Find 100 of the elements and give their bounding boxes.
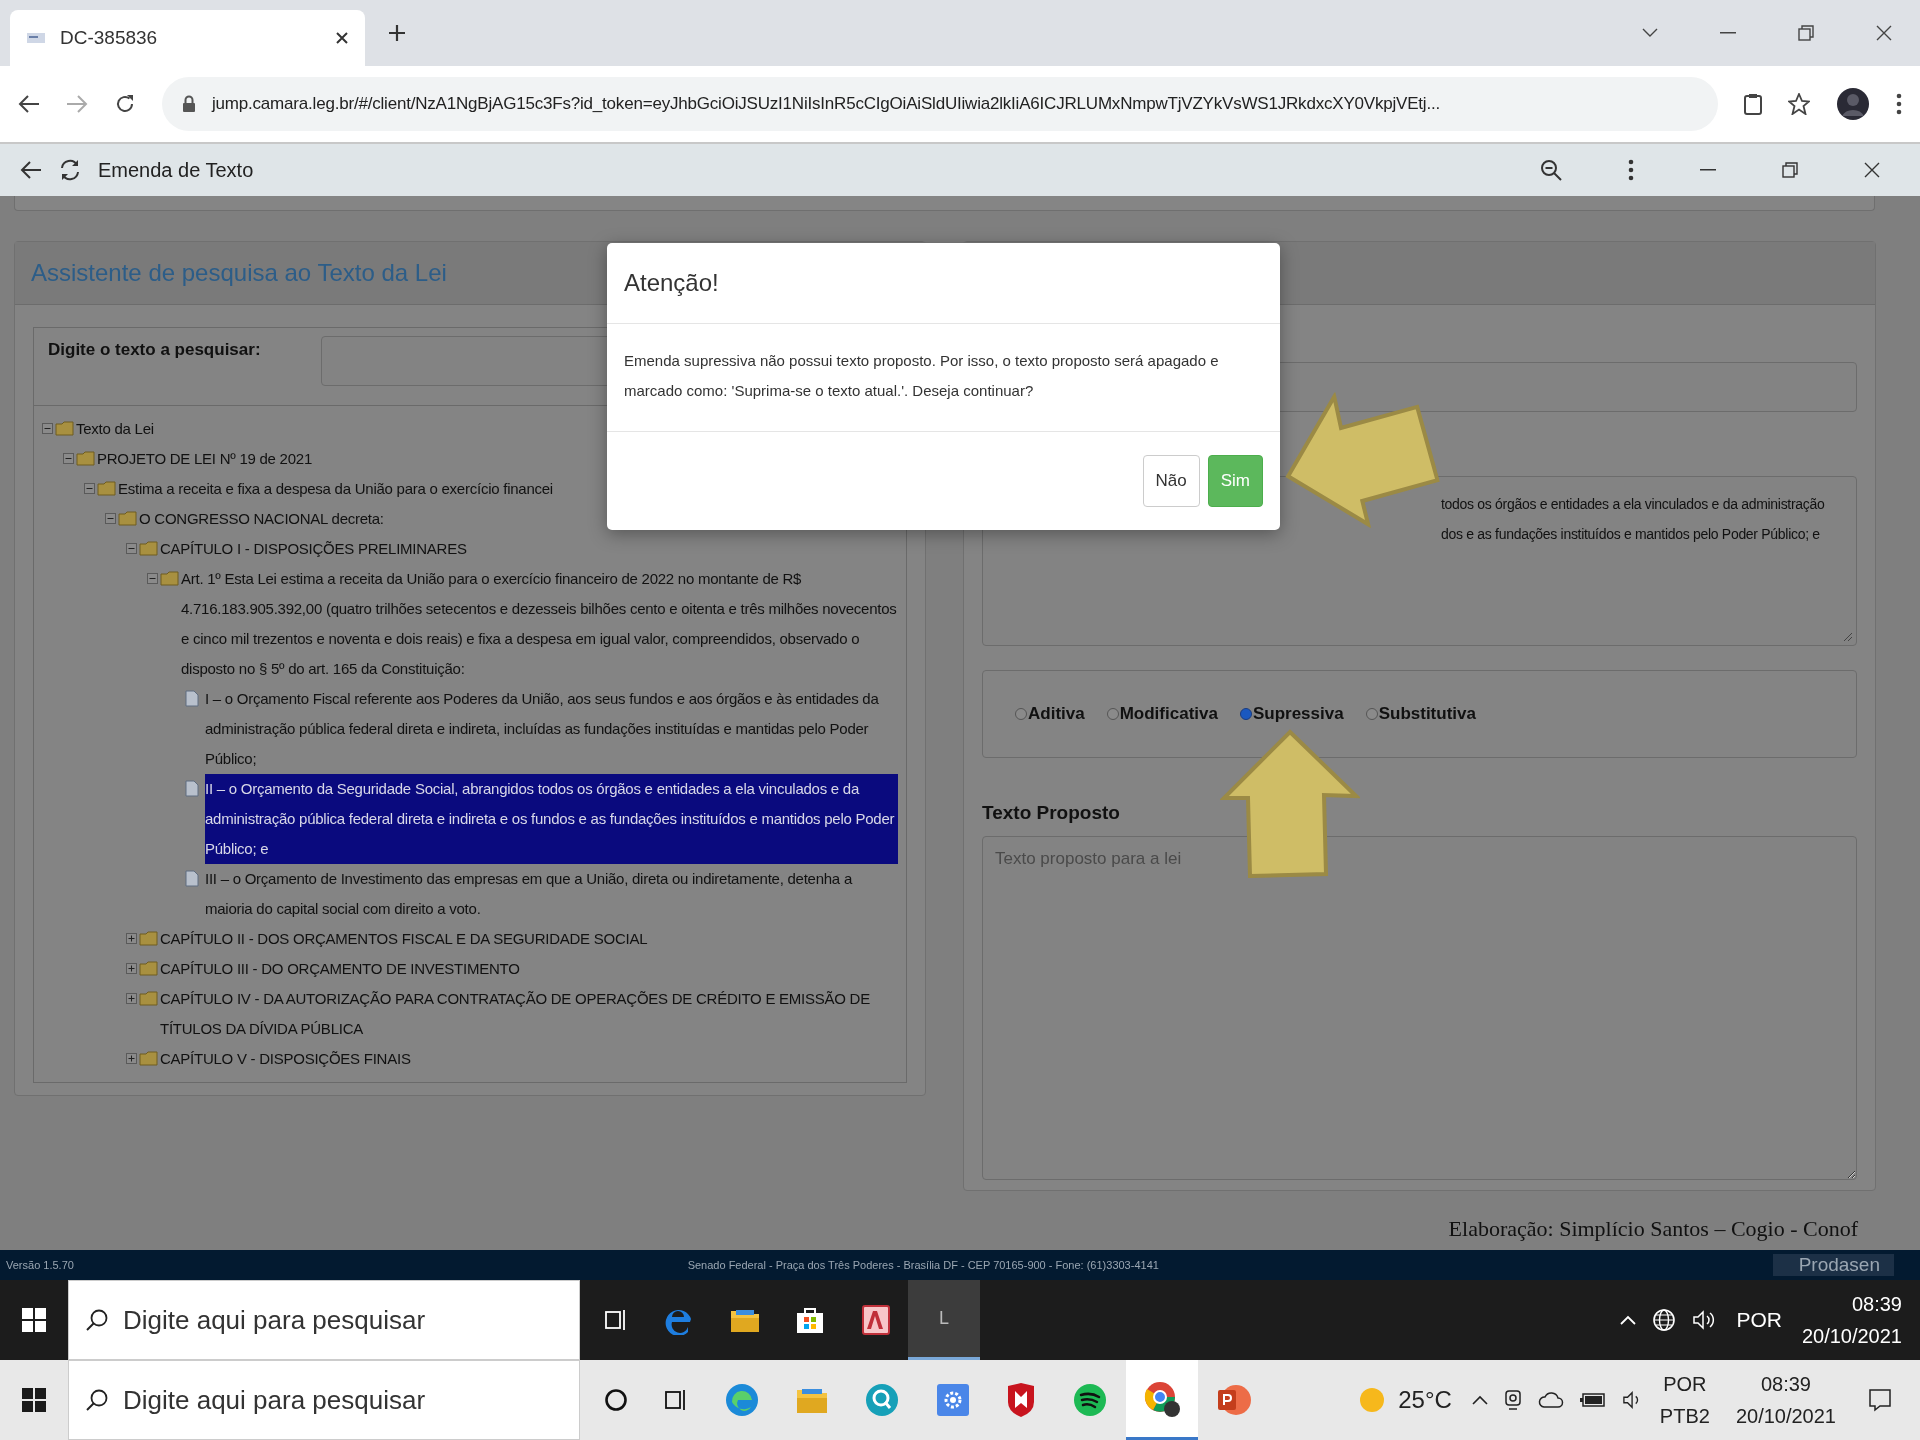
star-icon[interactable]	[1788, 93, 1810, 115]
tree-item[interactable]: III – o Orçamento de Investimento das empresas em que a União, direta ou indiretamente, detenha a maioria do capital social com direito a voto.	[205, 864, 898, 924]
search-label: Digite o texto a pesquisar:	[48, 339, 261, 361]
close-icon[interactable]	[1876, 25, 1892, 41]
kebab-menu-icon[interactable]	[1896, 93, 1902, 115]
taskbar-search-field[interactable]: Digite aqui para pesquisar	[68, 1280, 580, 1360]
amendment-type-radio[interactable]: Substitutiva	[1365, 704, 1476, 724]
field-label: Texto Proposto	[982, 802, 1121, 824]
tree-item[interactable]: CAPÍTULO II - DOS ORÇAMENTOS FISCAL E DA SEGURIDADE SOCIAL	[160, 924, 898, 954]
close-icon[interactable]	[335, 31, 349, 45]
expand-icon[interactable]	[126, 933, 137, 944]
taskbar-app-button[interactable]	[1126, 1360, 1198, 1440]
chevron-up-icon[interactable]	[1471, 1395, 1488, 1405]
cloud-icon[interactable]	[1537, 1391, 1564, 1409]
music-app-icon[interactable]	[1072, 1382, 1108, 1418]
task-view-icon[interactable]	[664, 1388, 688, 1412]
folder-icon	[139, 1051, 158, 1066]
minimize-icon[interactable]	[1720, 32, 1736, 34]
folder-icon	[97, 481, 116, 496]
back-arrow-icon[interactable]	[18, 94, 40, 114]
browser-tab[interactable]: DC-385836	[10, 10, 365, 66]
tree-item[interactable]: Art. 1º Esta Lei estima a receita da União para o exercício financeiro de 2022 no montante de R$ 4.716.183.905.392,00 (quatro trilhões setecentos e dezesseis bilhões cento e oitenta e três milhões novecentos e cinco mil trezentos e noventa e dois reais) e fixa a despesa em igual valor, compreendidos, observado o disposto no § 5º do art. 165 da Constituição:	[181, 564, 898, 684]
proposed-text-field[interactable]: Texto proposto para a lei	[982, 836, 1857, 1180]
zoom-out-icon[interactable]	[1540, 159, 1562, 181]
notification-icon[interactable]	[1868, 1388, 1892, 1412]
expand-icon[interactable]	[126, 993, 137, 1004]
minimize-icon[interactable]	[1700, 169, 1716, 171]
battery-icon[interactable]	[1579, 1392, 1606, 1408]
folder-icon	[160, 571, 179, 586]
avatar-icon[interactable]	[1836, 87, 1870, 121]
cortana-circle-icon[interactable]	[604, 1388, 628, 1412]
cancel-button[interactable]: Não	[1142, 455, 1200, 507]
document-icon	[185, 780, 199, 797]
taskbar-search-field[interactable]: Digite aqui para pesquisar	[68, 1360, 580, 1440]
collapse-icon[interactable]	[42, 423, 53, 434]
language-indicator[interactable]: POR PTB2	[1659, 1368, 1710, 1432]
amendment-type-radio[interactable]: Aditiva	[1015, 704, 1085, 724]
shield-icon[interactable]	[1006, 1382, 1036, 1418]
amendment-type-radio[interactable]: Supressiva	[1239, 704, 1344, 724]
tree-item[interactable]: I – o Orçamento Fiscal referente aos Poderes da União, aos seus fundos e aos órgãos e às entidades da administração pública federal direta e indireta, incluídas as fundações instituídas e mantidas pelo Poder Público;	[205, 684, 898, 774]
credit-text: Elaboração: Simplício Santos – Cogio - Conof	[1448, 1216, 1858, 1242]
clipboard-icon[interactable]	[1744, 93, 1762, 115]
tree-item[interactable]: CAPÍTULO V - DISPOSIÇÕES FINAIS	[160, 1044, 898, 1074]
dialog-message: Emenda supressiva não possui texto proposto. Por isso, o texto proposto será apagado e marcado como: 'Suprima-se o texto atual.'. Deseja continuar?	[624, 351, 1220, 401]
globe-icon[interactable]	[1652, 1308, 1677, 1332]
address-bar[interactable]: jump.camara.leg.br/#/client/NzA1NgBjAG15c3Fs?id_token=eyJhbGciOiJSUzI1NiIsInR5cCIgOiAiSldUIiwia2lkIiA6ICJRLUMxNmpwTjVZYkVsWS1JRkdxcXY0VkpjVEtj...	[162, 77, 1718, 131]
folder-icon	[55, 421, 74, 436]
expand-icon[interactable]	[126, 1053, 137, 1064]
reload-icon[interactable]	[114, 93, 136, 115]
chevron-down-icon[interactable]	[1642, 28, 1658, 38]
temperature-text[interactable]: 25°C	[1398, 1386, 1452, 1414]
collapse-icon[interactable]	[105, 513, 116, 524]
close-icon[interactable]	[1864, 162, 1880, 178]
expand-icon[interactable]	[126, 963, 137, 974]
document-icon	[185, 870, 199, 887]
collapse-icon[interactable]	[84, 483, 95, 494]
folder-icon	[76, 451, 95, 466]
folder-icon	[118, 511, 137, 526]
kebab-menu-icon[interactable]	[1628, 159, 1634, 181]
address-text: Senado Federal - Praça dos Três Poderes - Brasília DF - CEP 70165-900 - Fone: (61)3303-4141	[686, 1259, 1160, 1271]
store-bag-icon[interactable]	[796, 1306, 824, 1334]
windows-logo-icon[interactable]	[22, 1388, 46, 1412]
folder-icon	[139, 931, 158, 946]
folder-icon[interactable]	[730, 1307, 760, 1333]
tree-item[interactable]: CAPÍTULO I - DISPOSIÇÕES PRELIMINARES	[160, 534, 898, 564]
tree-item[interactable]: II – o Orçamento da Seguridade Social, abrangidos todos os órgãos e entidades a ela vinculados e da administração pública federal direta e indireta e os fundos e as fundações instituídos e mantidos pelo Poder Público; e	[205, 774, 898, 864]
text-line: dos e as fundações instituídos e mantidos pelo Poder Público; e	[1441, 525, 1821, 544]
browser-circle-icon	[1143, 1379, 1181, 1418]
speaker-icon[interactable]	[1692, 1309, 1717, 1331]
task-view-icon[interactable]	[604, 1308, 628, 1332]
language-indicator[interactable]: POR	[1736, 1308, 1782, 1332]
refresh-icon[interactable]	[58, 158, 82, 182]
collapse-icon[interactable]	[126, 543, 137, 554]
clock[interactable]: 08:39 20/10/2021	[1735, 1368, 1836, 1432]
back-arrow-icon[interactable]	[20, 160, 42, 180]
document-icon	[185, 690, 199, 707]
folder-icon	[139, 541, 158, 556]
app-title: Emenda de Texto	[98, 158, 254, 182]
document-icon	[26, 31, 46, 45]
folder-icon	[139, 991, 158, 1006]
tree-item[interactable]: CAPÍTULO IV - DA AUTORIZAÇÃO PARA CONTRATAÇÃO DE OPERAÇÕES DE CRÉDITO E EMISSÃO DE TÍTULOS DA DÍVIDA PÚBLICA	[160, 984, 898, 1044]
restore-icon[interactable]	[1782, 162, 1798, 178]
edge-browser-icon[interactable]	[724, 1382, 760, 1418]
collapse-icon[interactable]	[63, 453, 74, 464]
logo-text: Prodasen	[1772, 1254, 1894, 1276]
taskbar-app-button[interactable]: L	[908, 1280, 980, 1360]
gear-app-icon[interactable]	[936, 1383, 970, 1417]
clock[interactable]: 08:39 20/10/2021	[1801, 1288, 1902, 1352]
collapse-icon[interactable]	[147, 573, 158, 584]
webcam-icon[interactable]	[1503, 1389, 1522, 1411]
windows-logo-icon[interactable]	[22, 1308, 46, 1332]
restore-icon[interactable]	[1798, 25, 1814, 41]
resize-grip-icon[interactable]	[1841, 630, 1853, 642]
amendment-type-radio[interactable]: Modificativa	[1106, 704, 1218, 724]
plus-icon[interactable]	[387, 23, 407, 43]
folder-icon	[139, 961, 158, 976]
tab-title: DC-385836	[60, 27, 159, 49]
magnifier-app-icon[interactable]	[864, 1382, 900, 1418]
tree-item[interactable]: CAPÍTULO III - DO ORÇAMENTO DE INVESTIMENTO	[160, 954, 898, 984]
presentation-app-icon[interactable]	[1216, 1382, 1252, 1418]
